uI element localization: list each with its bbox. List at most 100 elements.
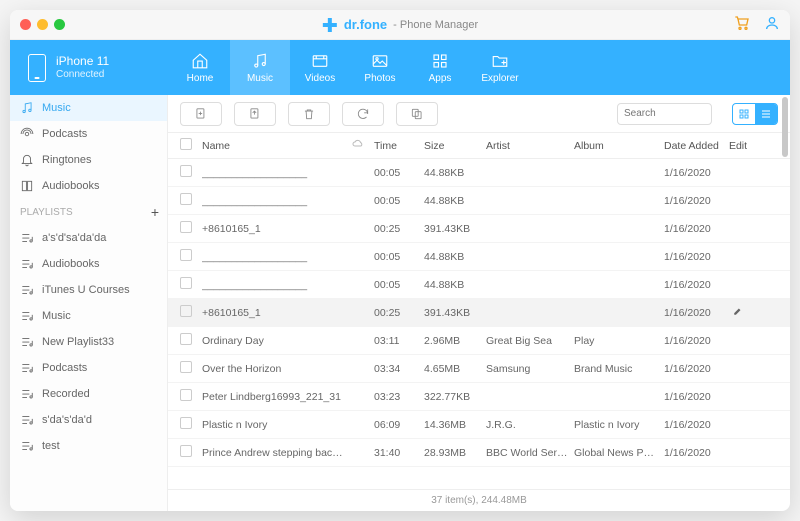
col-name[interactable]: Name — [202, 140, 352, 152]
nav-label: Home — [187, 73, 214, 84]
sidebar-item-music[interactable]: Music — [10, 95, 167, 121]
device-selector[interactable]: iPhone 11 Connected — [10, 40, 170, 95]
col-album[interactable]: Album — [574, 140, 664, 152]
sidebar-playlist-item[interactable]: New Playlist33 — [10, 329, 167, 355]
col-date[interactable]: Date Added — [664, 140, 726, 152]
sidebar-playlist-item[interactable]: Music — [10, 303, 167, 329]
dedupe-button[interactable] — [396, 102, 438, 126]
user-icon[interactable] — [764, 15, 780, 34]
row-checkbox[interactable] — [180, 361, 192, 373]
cell-name: Ordinary Day — [202, 335, 352, 347]
playlist-icon — [20, 413, 34, 427]
export-button[interactable] — [234, 102, 276, 126]
row-checkbox[interactable] — [180, 389, 192, 401]
minimize-window-button[interactable] — [37, 19, 48, 30]
col-time[interactable]: Time — [374, 140, 424, 152]
table-row[interactable]: __________________00:0544.88KB1/16/2020 — [168, 159, 790, 187]
sidebar-item-ringtones[interactable]: Ringtones — [10, 147, 167, 173]
table-row[interactable]: Prince Andrew stepping back fro...31:402… — [168, 439, 790, 467]
search-box[interactable] — [617, 103, 712, 125]
sidebar-playlist-item[interactable]: Audiobooks — [10, 251, 167, 277]
row-checkbox[interactable] — [180, 193, 192, 205]
cell-date: 1/16/2020 — [664, 167, 726, 179]
table-row[interactable]: __________________00:0544.88KB1/16/2020 — [168, 187, 790, 215]
device-name: iPhone 11 — [56, 54, 109, 68]
sidebar-playlist-item[interactable]: test — [10, 433, 167, 459]
delete-button[interactable] — [288, 102, 330, 126]
phone-icon — [28, 54, 46, 82]
cell-name: Peter Lindberg16993_221_31 — [202, 391, 352, 403]
maximize-window-button[interactable] — [54, 19, 65, 30]
table-row[interactable]: Over the Horizon03:344.65MBSamsungBrand … — [168, 355, 790, 383]
cell-time: 03:23 — [374, 391, 424, 403]
table-row[interactable]: Plastic n Ivory06:0914.36MBJ.R.G.Plastic… — [168, 411, 790, 439]
row-checkbox[interactable] — [180, 305, 192, 317]
row-checkbox[interactable] — [180, 417, 192, 429]
table-row[interactable]: Peter Lindberg16993_221_3103:23322.77KB1… — [168, 383, 790, 411]
nav-apps[interactable]: Apps — [410, 40, 470, 95]
playlist-label: Music — [42, 310, 71, 322]
sidebar-item-podcasts[interactable]: Podcasts — [10, 121, 167, 147]
refresh-button[interactable] — [342, 102, 384, 126]
podcast-icon — [20, 127, 34, 141]
cell-size: 44.88KB — [424, 251, 486, 263]
sidebar-playlist-item[interactable]: iTunes U Courses — [10, 277, 167, 303]
music-note-icon — [20, 101, 34, 115]
table-row[interactable]: __________________00:0544.88KB1/16/2020 — [168, 271, 790, 299]
table-header: Name Time Size Artist Album Date Added E… — [168, 133, 790, 159]
table-row[interactable]: __________________00:0544.88KB1/16/2020 — [168, 243, 790, 271]
sidebar-item-audiobooks[interactable]: Audiobooks — [10, 173, 167, 199]
table-row[interactable]: +8610165_100:25391.43KB1/16/2020 — [168, 299, 790, 327]
table-row[interactable]: +8610165_100:25391.43KB1/16/2020 — [168, 215, 790, 243]
nav-photos[interactable]: Photos — [350, 40, 410, 95]
nav-music[interactable]: Music — [230, 40, 290, 95]
row-checkbox[interactable] — [180, 333, 192, 345]
col-artist[interactable]: Artist — [486, 140, 574, 152]
sidebar-playlist-item[interactable]: Recorded — [10, 381, 167, 407]
nav-home[interactable]: Home — [170, 40, 230, 95]
cell-artist: Samsung — [486, 363, 574, 375]
cell-size: 4.65MB — [424, 363, 486, 375]
cell-date: 1/16/2020 — [664, 279, 726, 291]
col-edit[interactable]: Edit — [726, 140, 756, 152]
sidebar-playlist-item[interactable]: Podcasts — [10, 355, 167, 381]
cell-name: +8610165_1 — [202, 223, 352, 235]
cell-artist: Great Big Sea — [486, 335, 574, 347]
nav-label: Apps — [429, 73, 452, 84]
row-checkbox[interactable] — [180, 277, 192, 289]
sidebar-playlist-item[interactable]: s'da's'da'd — [10, 407, 167, 433]
cell-album: Plastic n Ivory — [574, 419, 664, 431]
row-checkbox[interactable] — [180, 249, 192, 261]
sidebar-playlist-item[interactable]: a's'd'sa'da'da — [10, 225, 167, 251]
scrollbar[interactable] — [782, 97, 788, 157]
list-view-button[interactable] — [755, 104, 777, 124]
cart-icon[interactable] — [734, 15, 750, 34]
playlist-icon — [20, 309, 34, 323]
grid-view-button[interactable] — [733, 104, 755, 124]
row-checkbox[interactable] — [180, 445, 192, 457]
cell-date: 1/16/2020 — [664, 419, 726, 431]
add-button[interactable] — [180, 102, 222, 126]
cell-name: __________________ — [202, 279, 352, 291]
col-size[interactable]: Size — [424, 140, 486, 152]
table-row[interactable]: Ordinary Day03:112.96MBGreat Big SeaPlay… — [168, 327, 790, 355]
bell-icon — [20, 153, 34, 167]
nav-explorer[interactable]: Explorer — [470, 40, 530, 95]
playlist-label: a's'd'sa'da'da — [42, 232, 106, 244]
search-input[interactable] — [624, 108, 705, 119]
select-all-checkbox[interactable] — [180, 138, 192, 150]
cell-album: Play — [574, 335, 664, 347]
view-toggle — [732, 103, 778, 125]
row-checkbox[interactable] — [180, 221, 192, 233]
cell-edit[interactable] — [726, 306, 756, 319]
add-playlist-button[interactable]: + — [151, 204, 159, 220]
nav-videos[interactable]: Videos — [290, 40, 350, 95]
row-checkbox[interactable] — [180, 165, 192, 177]
cell-size: 322.77KB — [424, 391, 486, 403]
col-cloud[interactable] — [352, 138, 374, 153]
playlist-icon — [20, 257, 34, 271]
cell-time: 00:05 — [374, 251, 424, 263]
playlist-label: test — [42, 440, 60, 452]
playlist-label: Podcasts — [42, 362, 87, 374]
close-window-button[interactable] — [20, 19, 31, 30]
